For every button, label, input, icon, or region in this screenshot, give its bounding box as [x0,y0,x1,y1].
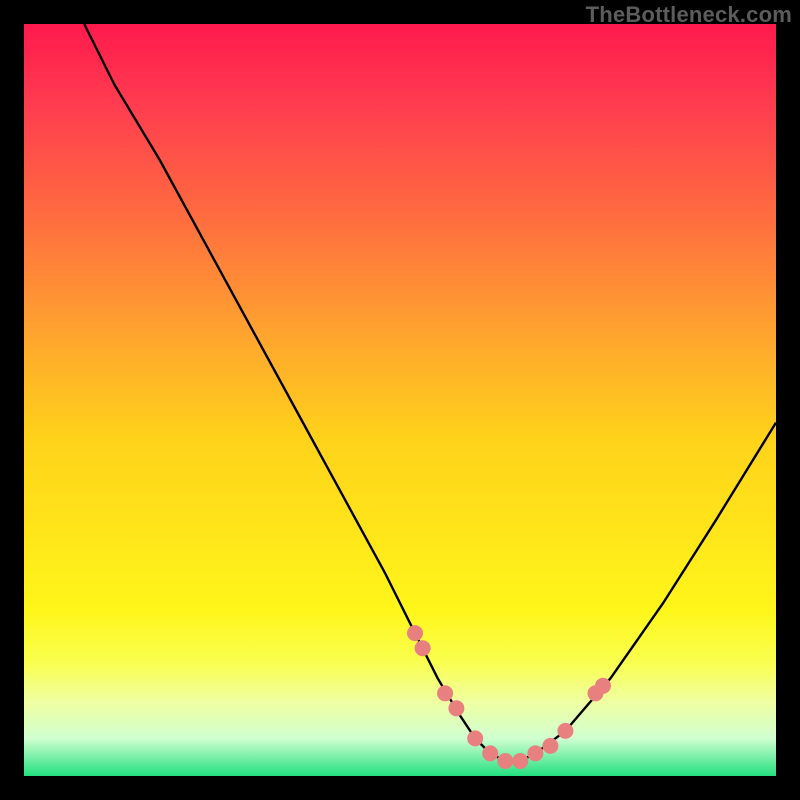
marker-point [527,745,543,761]
marker-point [557,723,573,739]
marker-point [595,678,611,694]
marker-point [415,640,431,656]
plot-area [24,24,776,776]
chart-frame: TheBottleneck.com [0,0,800,800]
marker-point [407,625,423,641]
marker-point [467,730,483,746]
marker-point [448,700,464,716]
chart-svg [24,24,776,776]
watermark-text: TheBottleneck.com [586,2,792,28]
marker-point [542,738,558,754]
marker-point [482,745,498,761]
marker-point [512,753,528,769]
highlight-points [407,625,611,769]
marker-point [497,753,513,769]
marker-point [437,685,453,701]
